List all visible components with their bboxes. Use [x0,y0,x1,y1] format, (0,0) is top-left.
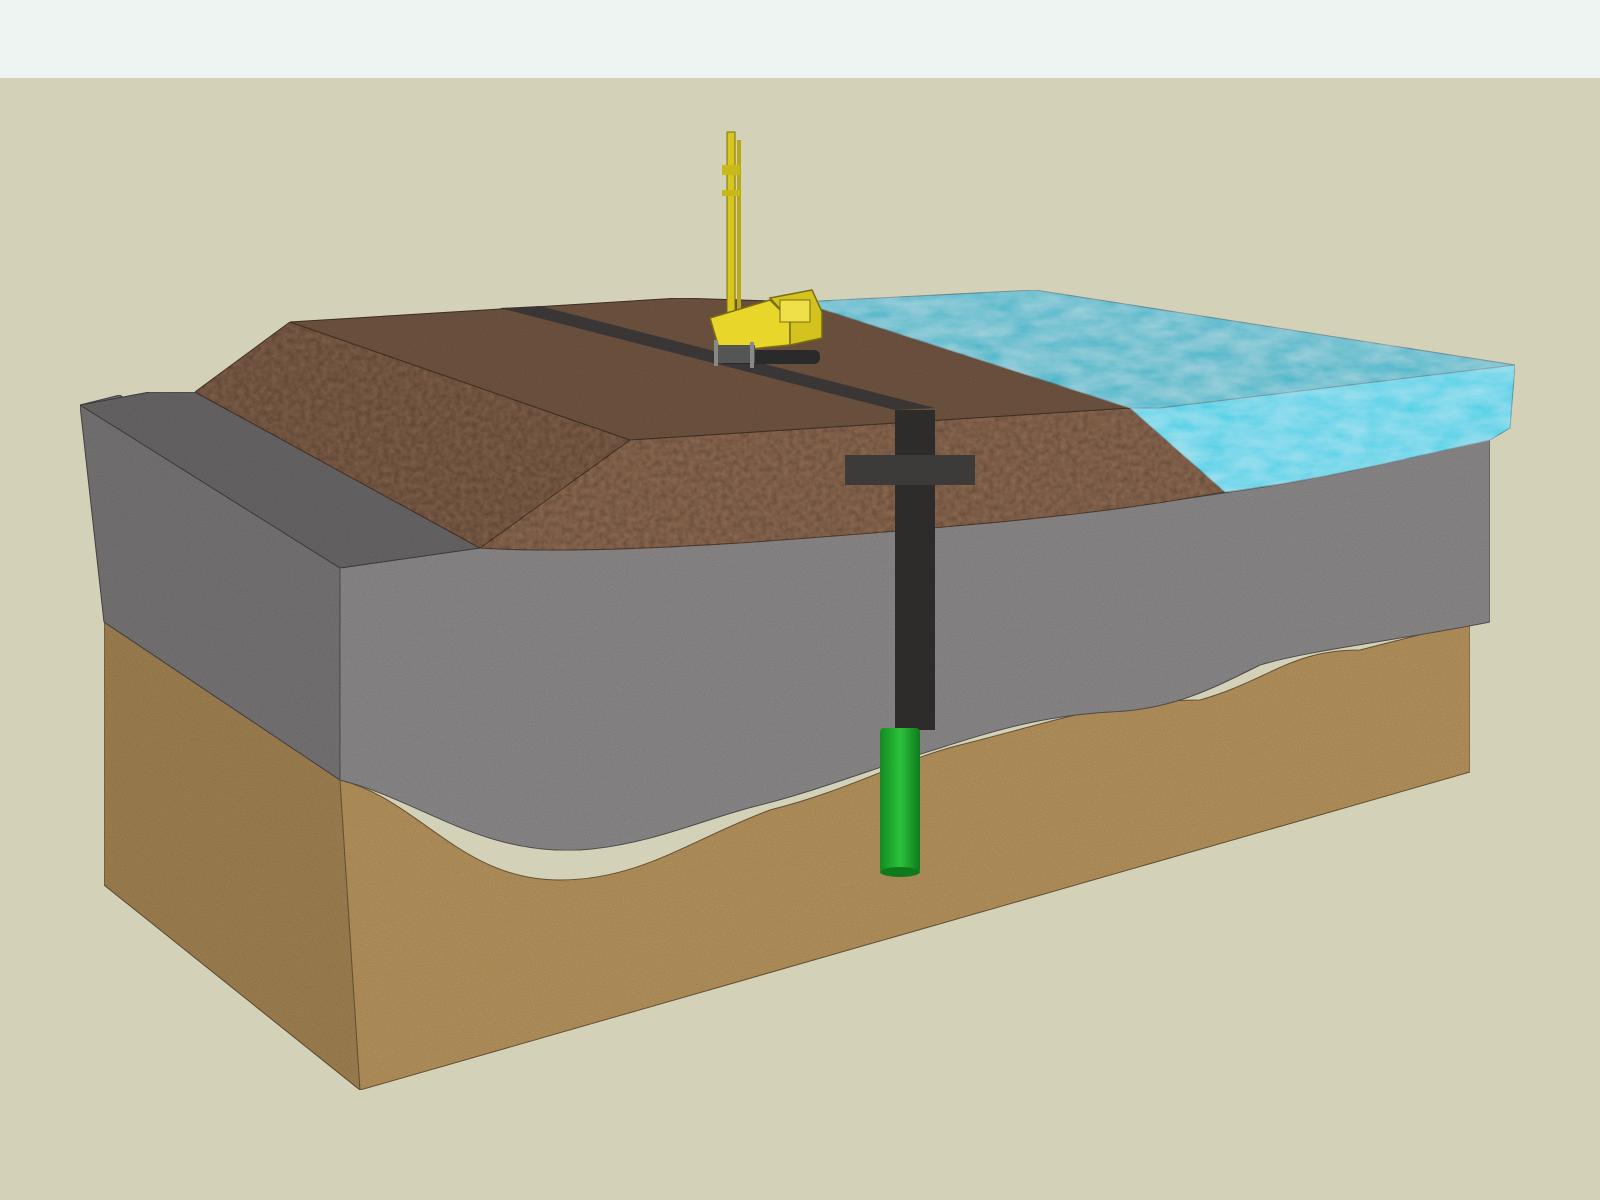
pile-tip [880,867,920,877]
pile-cap-flange [845,455,975,485]
pile-uncased [880,728,920,873]
drilling-rig [709,131,823,368]
geotechnical-block-diagram [78,131,1516,1092]
